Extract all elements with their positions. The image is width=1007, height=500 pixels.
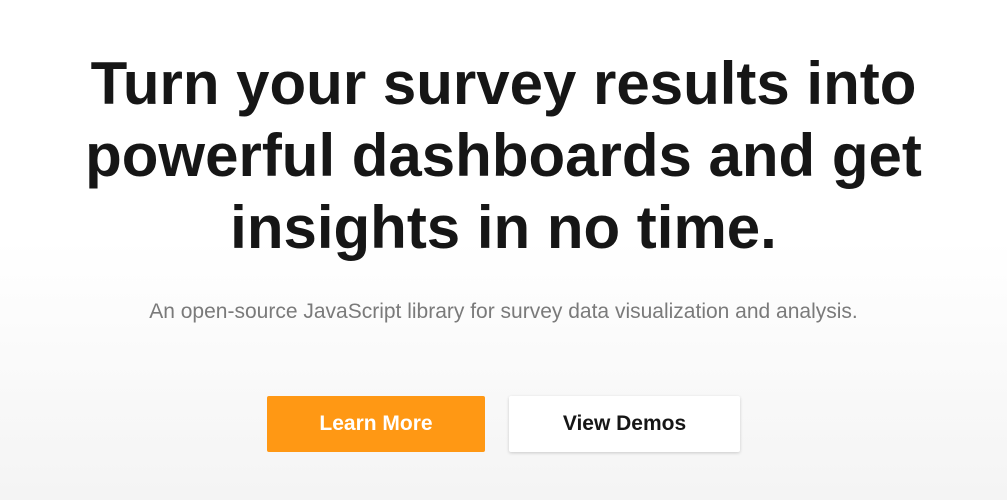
- hero-title: Turn your survey results into powerful d…: [0, 48, 1007, 264]
- view-demos-button[interactable]: View Demos: [509, 396, 740, 452]
- hero-title-line-3: insights in no time.: [230, 194, 777, 261]
- hero-title-line-1: Turn your survey results into: [90, 50, 917, 117]
- hero-subtitle: An open-source JavaScript library for su…: [149, 300, 858, 323]
- hero-title-line-2: powerful dashboards and get: [85, 122, 922, 189]
- learn-more-button[interactable]: Learn More: [267, 396, 485, 452]
- hero-section: Turn your survey results into powerful d…: [0, 0, 1007, 500]
